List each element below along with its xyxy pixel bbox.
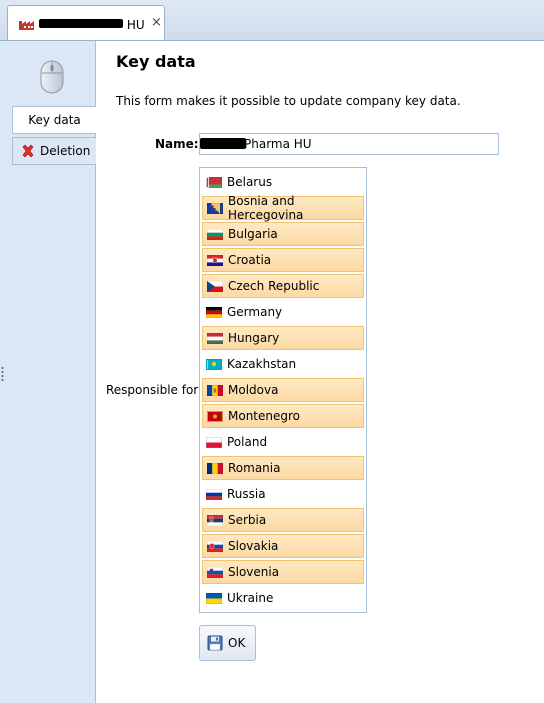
sidebar-item-label: Deletion (40, 144, 91, 158)
country-label: Czech Republic (228, 279, 320, 293)
country-label: Moldova (228, 383, 279, 397)
russia-flag-icon (206, 488, 222, 500)
kazakhstan-flag-icon (206, 358, 222, 370)
floppy-disk-icon (207, 635, 223, 651)
country-item[interactable]: Croatia (202, 248, 364, 272)
sidebar-item-deletion[interactable]: Deletion (12, 137, 96, 165)
country-item[interactable]: Ukraine (202, 586, 364, 610)
bulgaria-flag-icon (207, 228, 223, 240)
croatia-flag-icon (207, 254, 223, 266)
ok-label: OK (228, 636, 246, 650)
country-item[interactable]: Slovenia (202, 560, 364, 584)
country-label: Croatia (228, 253, 272, 267)
montenegro-flag-icon (207, 410, 223, 422)
country-label: Germany (227, 305, 283, 319)
country-item[interactable]: Russia (202, 482, 364, 506)
slovakia-flag-icon (207, 540, 223, 552)
country-label: Russia (227, 487, 266, 501)
slovenia-flag-icon (207, 566, 223, 578)
country-label: Slovenia (228, 565, 280, 579)
factory-icon (19, 21, 34, 30)
serbia-flag-icon (207, 514, 223, 526)
redaction-bar (39, 19, 123, 28)
belarus-flag-icon (206, 176, 222, 188)
splitter-grip-icon[interactable] (1, 366, 4, 382)
country-item[interactable]: Serbia (202, 508, 364, 532)
moldova-flag-icon (207, 384, 223, 396)
ok-button[interactable]: OK (199, 625, 256, 661)
country-item[interactable]: Czech Republic (202, 274, 364, 298)
bosnia-flag-icon (207, 202, 223, 214)
country-label: Belarus (227, 175, 273, 189)
country-label: Ukraine (227, 591, 274, 605)
responsible-for-label: Responsible for: (106, 383, 203, 397)
country-item[interactable]: Hungary (202, 326, 364, 350)
ukraine-flag-icon (206, 592, 222, 604)
country-item[interactable]: Slovakia (202, 534, 364, 558)
poland-flag-icon (206, 436, 222, 448)
country-list[interactable]: Belarus Bosnia and Hercegovina Bulgaria Cro… (199, 167, 367, 613)
hungary-flag-icon (207, 332, 223, 344)
redaction-bar (200, 138, 246, 149)
country-label: Slovakia (228, 539, 279, 553)
name-label: Name: (155, 137, 199, 151)
country-label: Hungary (228, 331, 280, 345)
country-item[interactable]: Bulgaria (202, 222, 364, 246)
country-item[interactable]: Bosnia and Hercegovina (202, 194, 364, 222)
close-icon[interactable]: × (151, 15, 162, 30)
country-item[interactable]: Poland (202, 430, 364, 454)
country-item[interactable]: Kazakhstan (202, 352, 364, 376)
document-tab-strip: HU × (0, 0, 544, 41)
sidebar: Key data Deletion (0, 41, 96, 703)
country-label: Kazakhstan (227, 357, 297, 371)
name-field[interactable]: Pharma HU (199, 133, 499, 155)
country-label: Bosnia and Hercegovina (228, 194, 304, 222)
country-label: Bulgaria (228, 227, 278, 241)
country-label: Serbia (228, 513, 267, 527)
country-item[interactable]: Montenegro (202, 404, 364, 428)
red-x-icon (22, 144, 34, 158)
country-item[interactable]: Belarus (202, 170, 364, 194)
country-item[interactable]: Romania (202, 456, 364, 480)
romania-flag-icon (207, 462, 223, 474)
document-tab[interactable]: HU × (7, 5, 165, 40)
czech-flag-icon (207, 280, 223, 292)
country-label: Poland (227, 435, 268, 449)
country-label: Romania (228, 461, 281, 475)
country-label: Montenegro (228, 409, 301, 423)
country-item[interactable]: Moldova (202, 378, 364, 402)
sidebar-item-label: Key data (28, 113, 81, 127)
germany-flag-icon (206, 306, 222, 318)
sidebar-item-key-data[interactable]: Key data (12, 106, 96, 134)
page-description: This form makes it possible to update co… (116, 94, 461, 108)
mouse-icon (40, 60, 64, 94)
country-item[interactable]: Germany (202, 300, 364, 324)
page-title: Key data (116, 52, 196, 71)
